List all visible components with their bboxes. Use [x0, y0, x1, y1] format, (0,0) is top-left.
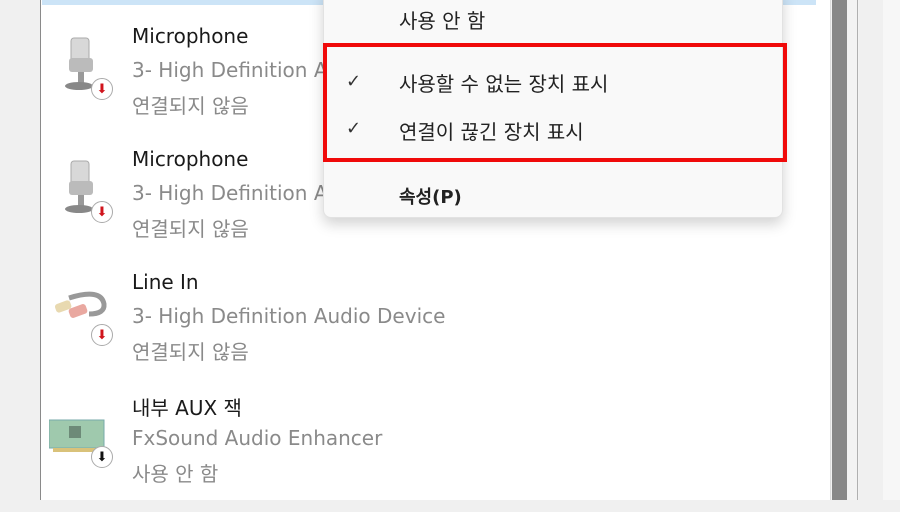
device-status: 사용 안 함 [132, 462, 219, 486]
device-item[interactable]: ⬇ Line In 3- High Definition Audio Devic… [41, 270, 821, 390]
device-status: 연결되지 않음 [132, 217, 249, 241]
device-status: 연결되지 않음 [132, 94, 249, 118]
device-name: Microphone [132, 147, 249, 171]
divider [857, 0, 858, 500]
device-status: 연결되지 않음 [132, 340, 249, 364]
red-down-arrow-icon: ⬇ [91, 324, 113, 346]
menu-item-disable[interactable]: 사용 안 함 [399, 5, 485, 34]
scrollbar-thumb[interactable] [832, 0, 847, 500]
window-edge [883, 0, 900, 500]
black-down-arrow-icon: ⬇ [91, 446, 113, 468]
red-down-arrow-icon: ⬇ [91, 201, 113, 223]
device-item[interactable]: ⬇ 내부 AUX 잭 FxSound Audio Enhancer 사용 안 함 [41, 392, 821, 512]
red-down-arrow-icon: ⬇ [91, 78, 113, 100]
device-name: 내부 AUX 잭 [132, 396, 242, 420]
device-name: Microphone [132, 24, 249, 48]
red-highlight-box [323, 43, 787, 162]
device-name: Line In [132, 270, 199, 294]
menu-item-properties[interactable]: 속성(P) [399, 183, 462, 209]
device-description: FxSound Audio Enhancer [132, 426, 383, 450]
device-description: 3- High Definition Audio Device [132, 304, 446, 328]
